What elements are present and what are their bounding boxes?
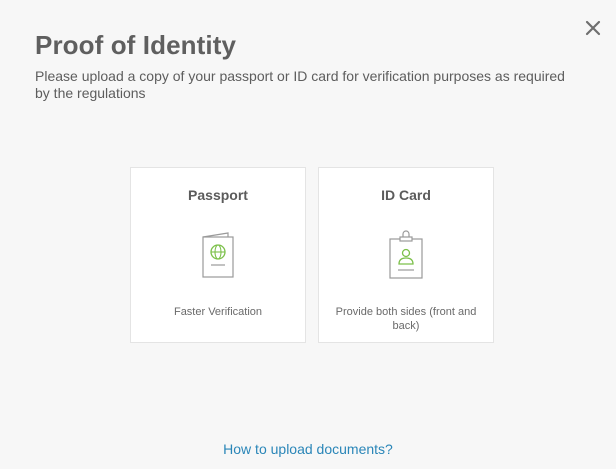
proof-of-identity-modal: Proof of Identity Please upload a copy o… xyxy=(0,0,616,469)
how-to-upload-link[interactable]: How to upload documents? xyxy=(0,441,616,457)
close-icon[interactable] xyxy=(585,20,601,36)
close-button[interactable] xyxy=(583,18,603,38)
id-card-icon xyxy=(388,230,424,285)
id-card-option-description: Provide both sides (front and back) xyxy=(335,306,477,332)
modal-title: Proof of Identity xyxy=(35,30,237,60)
id-card-option-label: ID Card xyxy=(381,187,431,203)
modal-subtitle: Please upload a copy of your passport or… xyxy=(35,68,565,101)
passport-option-description: Faster Verification xyxy=(173,306,263,318)
passport-icon xyxy=(200,232,236,283)
passport-option-label: Passport xyxy=(188,187,248,203)
passport-option-card[interactable]: Passport Faster Verification xyxy=(130,167,306,343)
id-card-option-card[interactable]: ID Card Provide both sides (front and ba… xyxy=(318,167,494,343)
